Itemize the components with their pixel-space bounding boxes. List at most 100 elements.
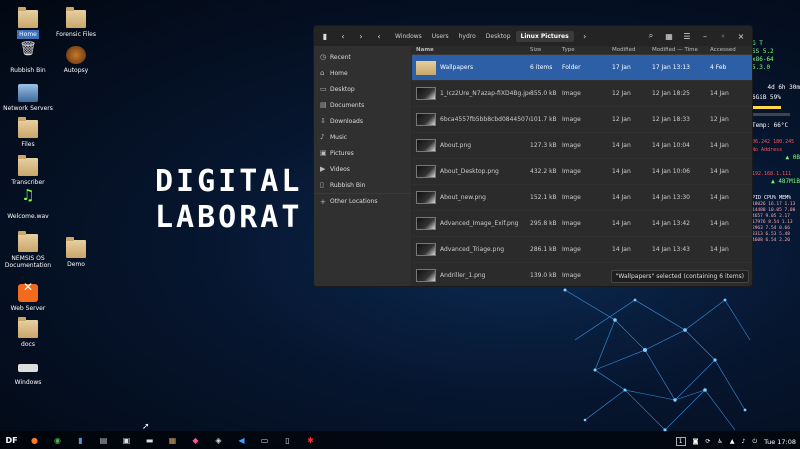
network-icon[interactable]: ▲ — [730, 438, 735, 445]
desktop-icon[interactable]: Autopsy — [48, 46, 104, 75]
sidebar-item-music[interactable]: ♪ Music — [314, 129, 411, 145]
desktop-icon[interactable]: ✕ Web Server — [0, 281, 56, 313]
df-logo-icon[interactable]: DF — [0, 433, 23, 447]
power-icon[interactable]: ⏻ — [752, 438, 757, 446]
accessibility-icon[interactable]: ♿ — [717, 438, 722, 445]
file-modified-time: 14 Jan 13:43 — [652, 246, 690, 253]
breadcrumb-item[interactable]: hydro — [454, 31, 481, 42]
breadcrumb: Windows Users hydro Desktop Linux Pictures — [390, 30, 574, 42]
file-size: 127.3 kB — [530, 142, 557, 149]
file-row[interactable]: Advanced_Triage.png 286.1 kB Image 14 Jan 14… — [412, 237, 752, 263]
desktop-icon[interactable]: Transcriber — [0, 155, 56, 187]
desktop-icon-label: Web Server — [10, 305, 46, 312]
sidebar-item-other-locations[interactable]: + Other Locations — [314, 193, 411, 209]
sidebar-item-documents[interactable]: ▤ Documents — [314, 97, 411, 113]
file-type: Image — [562, 168, 581, 175]
forward-button[interactable]: › — [354, 29, 368, 43]
col-type[interactable]: Type — [562, 47, 612, 53]
editor-icon[interactable]: ▯ — [276, 433, 299, 447]
sidebar-item-recent[interactable]: ◷ Recent — [314, 49, 411, 65]
clock[interactable]: Tue 17:08 — [764, 438, 796, 446]
col-accessed[interactable]: Accessed — [710, 47, 750, 53]
file-row[interactable]: 6bca4557fb5bb8cbd0844507d... 101.7 kB Imag… — [412, 107, 752, 133]
sidebar-item-desktop[interactable]: ▭ Desktop — [314, 81, 411, 97]
minimize-icon[interactable]: – — [698, 29, 712, 43]
file-size: 101.7 kB — [530, 116, 557, 123]
conky-line4: 5.3.0 — [752, 64, 771, 71]
menu-icon[interactable]: ☰ — [680, 29, 694, 43]
col-name[interactable]: Name — [412, 47, 530, 53]
file-row[interactable]: About.png 127.3 kB Image 14 Jan 14 Jan 10:04… — [412, 133, 752, 159]
archive-icon[interactable]: ▦ — [161, 433, 184, 447]
updates-icon[interactable]: ⟳ — [705, 438, 710, 445]
chrome-icon[interactable]: ◉ — [46, 433, 69, 447]
image-thumbnail-icon — [416, 87, 436, 100]
file-type: Image — [562, 272, 581, 279]
volume-icon[interactable]: ♪ — [742, 438, 746, 445]
file-row[interactable]: About_Desktop.png 432.2 kB Image 14 Jan 14 J… — [412, 159, 752, 185]
file-modified-time: 14 Jan 13:42 — [652, 220, 690, 227]
image-thumbnail-icon — [416, 113, 436, 126]
breadcrumb-item[interactable]: Desktop — [481, 31, 516, 42]
desktop-icon[interactable]: ♫ Welcome.wav — [0, 188, 56, 221]
col-modified-time[interactable]: Modified — Time — [652, 47, 710, 53]
window-header: ▮ ‹ › ‹ Windows Users hydro Desktop Linux Pi… — [314, 26, 752, 46]
folder-icon — [18, 317, 38, 338]
image-thumbnail-icon — [416, 191, 436, 204]
video-icon: ▶ — [320, 165, 326, 173]
close-icon[interactable]: × — [734, 29, 748, 43]
desktop-icon[interactable]: Forensic Files — [48, 7, 104, 39]
sidebar-item-home[interactable]: ⌂ Home — [314, 65, 411, 81]
text-editor-icon[interactable]: ▭ — [253, 433, 276, 447]
file-name: 6bca4557fb5bb8cbd0844507d... — [440, 116, 530, 123]
desktop-icon[interactable]: Windows — [0, 358, 56, 387]
bug-icon[interactable]: ✱ — [299, 433, 322, 447]
desktop-icon[interactable]: docs — [0, 317, 56, 349]
file-row[interactable]: About_new.png 152.1 kB Image 14 Jan 14 Jan 1… — [412, 185, 752, 211]
file-manager-window[interactable]: ▮ ‹ › ‹ Windows Users hydro Desktop Linux Pi… — [313, 25, 753, 287]
sidebar-item-rubbish-bin[interactable]: ▯ Rubbish Bin — [314, 177, 411, 193]
file-accessed: 14 Jan — [710, 194, 729, 201]
drive-icon[interactable]: ▬ — [138, 433, 161, 447]
settings-icon[interactable]: ◈ — [207, 433, 230, 447]
files-icon[interactable]: ▮ — [69, 433, 92, 447]
firefox-icon[interactable]: ● — [23, 433, 46, 447]
col-size[interactable]: Size — [530, 47, 562, 53]
music-icon: ♪ — [320, 133, 325, 141]
conky-line3: x86-64 — [752, 56, 774, 63]
file-row[interactable]: Wallpapers 6 items Folder 17 Jan 17 Jan 13:1… — [412, 55, 752, 81]
file-type: Image — [562, 194, 581, 201]
breadcrumb-item[interactable]: Windows — [390, 31, 427, 42]
grid-view-icon[interactable]: ▦ — [662, 29, 676, 43]
sidebar-item-downloads[interactable]: ⇩ Downloads — [314, 113, 411, 129]
folder-icon — [66, 237, 86, 258]
col-modified[interactable]: Modified — [612, 47, 652, 53]
file-name: About.png — [440, 142, 472, 149]
camera-icon[interactable]: ◙ — [693, 438, 699, 445]
path-left-arrow-icon[interactable]: ‹ — [372, 29, 386, 43]
conky-system-monitor: G T SS 5.2 x86-64 5.3.0 4d 6h 30m 6GiB 5… — [752, 40, 800, 244]
back-button[interactable]: ‹ — [336, 29, 350, 43]
path-right-arrow-icon[interactable]: › — [578, 29, 592, 43]
file-size: 432.2 kB — [530, 168, 557, 175]
file-modified-time: 14 Jan 13:30 — [652, 194, 690, 201]
desktop-icon[interactable]: Files — [0, 117, 56, 149]
clipboard-icon[interactable]: ▤ — [92, 433, 115, 447]
file-name-cell: Advanced_Triage.png — [412, 243, 530, 256]
file-row[interactable]: Advanced_Image_Exif.png 295.8 kB Image 14 J… — [412, 211, 752, 237]
search-icon[interactable]: ⌕ — [644, 29, 658, 43]
cube-icon[interactable]: ◆ — [184, 433, 207, 447]
file-row[interactable]: 1_Icz2Ure_N7azap-fiXD4Bg.jpeg 855.0 kB Ima… — [412, 81, 752, 107]
vscode-icon[interactable]: ◀ — [230, 433, 253, 447]
sidebar-item-videos[interactable]: ▶ Videos — [314, 161, 411, 177]
breadcrumb-item[interactable]: Users — [427, 31, 454, 42]
file-name-cell: Andriller_1.png — [412, 269, 530, 282]
sidebar-item-pictures[interactable]: ▣ Pictures — [314, 145, 411, 161]
breadcrumb-item[interactable]: Linux Pictures — [515, 30, 574, 42]
desktop-icon-label: Autopsy — [63, 67, 89, 74]
desktop-icon[interactable]: Network Servers — [0, 84, 56, 113]
workspace-indicator[interactable]: 1 — [675, 437, 686, 446]
desktop-icon[interactable]: Demo — [48, 237, 104, 269]
maximize-icon[interactable]: ◦ — [716, 29, 730, 43]
terminal-icon[interactable]: ▣ — [115, 433, 138, 447]
